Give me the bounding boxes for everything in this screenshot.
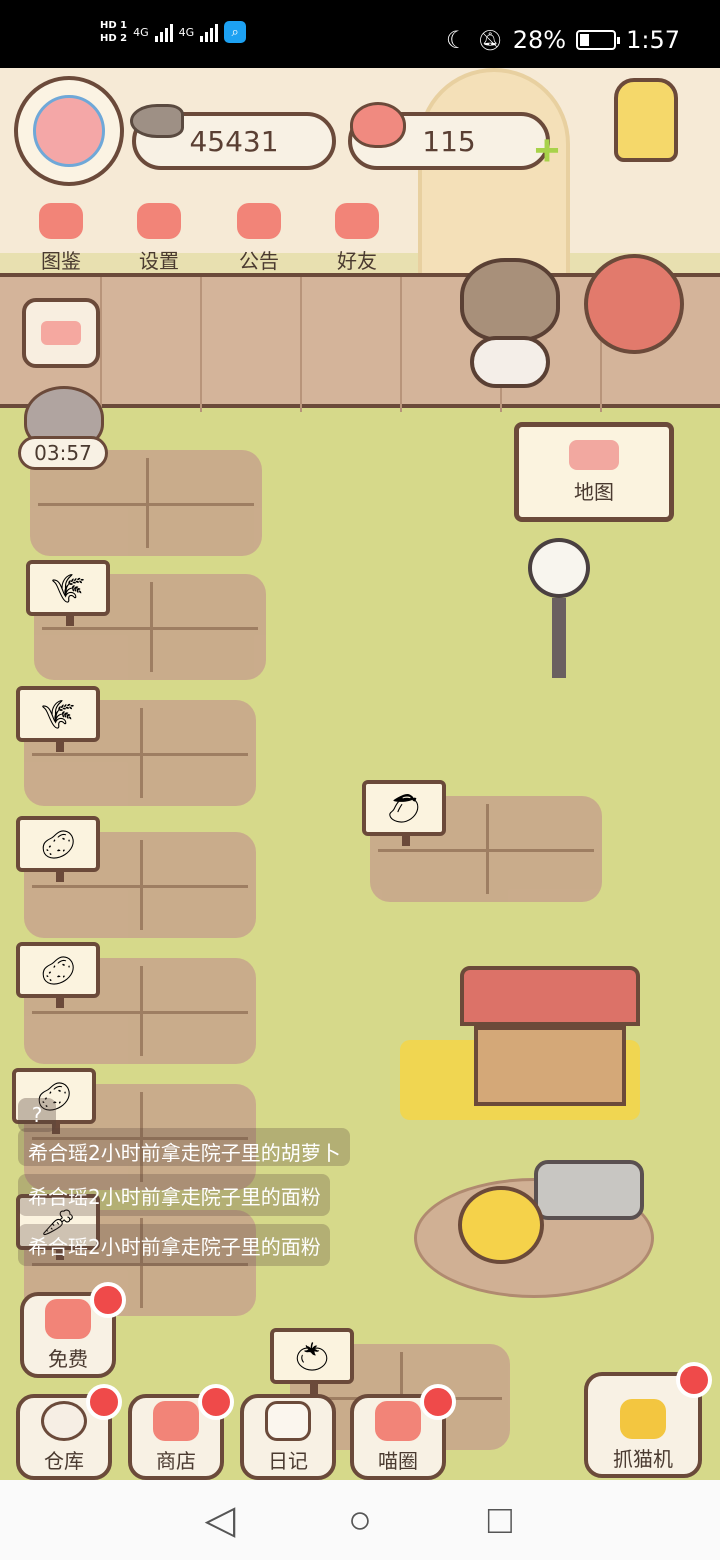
edit-button[interactable] — [22, 298, 100, 368]
hd2-label: HD 2 — [100, 33, 128, 44]
pig-character-icon[interactable] — [458, 1186, 544, 1264]
notification-dot — [420, 1384, 456, 1420]
notification-dot — [676, 1362, 712, 1398]
feed-text: 希合瑶2小时前拿走院子里的面粉 — [28, 1184, 321, 1209]
claw-machine-label: 抓猫机 — [613, 1449, 673, 1471]
friends-label: 好友 — [337, 251, 377, 273]
shop-button[interactable]: 商店 — [128, 1384, 234, 1480]
cat-head-icon — [39, 203, 83, 239]
status-right-cluster: ☾ 🔕︎ 28% 1:57 — [446, 26, 680, 54]
feed-text: 希合瑶2小时前拿走院子里的胡萝卜 — [28, 1141, 341, 1165]
lantern-icon — [614, 78, 678, 162]
add-hearts-button[interactable]: + — [528, 126, 566, 175]
diary-button[interactable]: 日记 — [240, 1394, 336, 1480]
search-app-icon: ⌕ — [224, 21, 247, 43]
avatar-image — [33, 95, 105, 167]
status-time: 1:57 — [626, 26, 680, 54]
announcement-label: 公告 — [239, 251, 279, 273]
heart-count: 115 — [422, 124, 476, 158]
hd-indicators: HD 1 HD 2 — [100, 20, 127, 44]
free-button[interactable]: 免费 — [20, 1282, 126, 1378]
chicken-coop[interactable] — [460, 966, 640, 1106]
pencil-icon — [41, 321, 81, 345]
signal-2-icon — [200, 22, 219, 42]
player-avatar[interactable] — [14, 76, 124, 186]
meow-circle-label: 喵圈 — [378, 1451, 418, 1473]
warehouse-button[interactable]: 仓库 — [16, 1384, 122, 1480]
hd1-label: HD 1 — [100, 20, 128, 31]
feed-item: 希合瑶2小时前拿走院子里的面粉 — [18, 1174, 330, 1216]
warehouse-label: 仓库 — [44, 1451, 84, 1473]
potato-sign-icon[interactable]: 🥔︎ — [16, 942, 100, 1008]
free-label: 免费 — [48, 1349, 88, 1371]
cat-character[interactable] — [440, 258, 560, 388]
shop-label: 商店 — [156, 1451, 196, 1473]
battery-fill — [580, 34, 590, 46]
wheat-sign-icon[interactable]: 🌾︎ — [16, 686, 100, 752]
wheat-sign-icon[interactable]: 🌾︎ — [26, 560, 110, 626]
recents-button[interactable]: □ — [470, 1490, 530, 1550]
map-label: 地图 — [574, 479, 614, 504]
moon-icon: ☾ — [445, 26, 468, 54]
cat-body — [470, 336, 550, 388]
gear-icon — [137, 203, 181, 239]
fish-icon — [130, 104, 184, 138]
gift-icon — [237, 203, 281, 239]
heart-icon — [350, 102, 406, 148]
feed-item: 希合瑶2小时前拿走院子里的面粉 — [18, 1224, 330, 1266]
potato-sign-icon[interactable]: 🥔︎ — [16, 816, 100, 882]
game-scene[interactable]: 🌾︎ 🌾︎ 🥔︎ 🥔︎ 🥔︎ 🥕︎ 🥭︎ 🍅︎ 地图 45431 115 + 图… — [0, 68, 720, 1480]
announcement-button[interactable]: 公告 — [214, 194, 304, 274]
claw-icon — [620, 1399, 666, 1439]
mango-sign-icon[interactable]: 🥭︎ — [362, 780, 446, 846]
notification-dot — [86, 1384, 122, 1420]
tomato-sign-icon[interactable]: 🍅︎ — [270, 1328, 354, 1394]
diary-icon — [265, 1401, 311, 1441]
collection-button[interactable]: 图鉴 — [16, 194, 106, 274]
home-button[interactable]: ○ — [330, 1490, 390, 1550]
signal-1-icon — [154, 22, 173, 42]
feed-item: 希合瑶2小时前拿走院子里的胡萝卜 — [18, 1128, 350, 1166]
system-nav-bar: ◁ ○ □ — [0, 1480, 720, 1560]
heart-face-icon — [45, 1299, 91, 1339]
fish-count: 45431 — [189, 124, 279, 158]
back-button[interactable]: ◁ — [190, 1490, 250, 1550]
event-timer: 03:57 — [18, 436, 108, 470]
notification-dot — [90, 1282, 126, 1318]
settings-button[interactable]: 设置 — [114, 194, 204, 274]
signal-2-label: 4G — [178, 25, 195, 39]
map-icon — [569, 439, 619, 470]
shop-icon — [153, 1401, 199, 1441]
status-bar: HD 1 HD 2 4G 4G ⌕ ☾ 🔕︎ 28% 1:57 — [0, 0, 720, 68]
diary-label: 日记 — [268, 1451, 308, 1473]
feed-text: 希合瑶2小时前拿走院子里的面粉 — [28, 1234, 321, 1259]
collection-label: 图鉴 — [41, 251, 81, 273]
street-lamp-icon — [528, 538, 590, 696]
cat-head — [460, 258, 560, 342]
friends-icon — [335, 203, 379, 239]
battery-icon — [576, 30, 621, 50]
signal-1-label: 4G — [133, 25, 149, 39]
battery-percent: 28% — [512, 26, 567, 54]
meow-circle-button[interactable]: 喵圈 — [350, 1384, 456, 1480]
status-left-cluster: HD 1 HD 2 4G 4G ⌕ — [100, 20, 247, 44]
cat-planet-icon — [375, 1401, 421, 1441]
bell-off-icon: 🔕︎ — [477, 28, 503, 52]
timer-text: 03:57 — [34, 441, 92, 465]
map-button[interactable]: 地图 — [514, 422, 674, 522]
warehouse-icon — [41, 1401, 87, 1441]
stone-bench-icon — [534, 1160, 644, 1220]
feed-help-button[interactable]: ? — [18, 1098, 56, 1132]
settings-label: 设置 — [139, 251, 179, 273]
friends-button[interactable]: 好友 — [312, 194, 402, 274]
claw-machine-button[interactable]: 抓猫机 — [584, 1362, 712, 1478]
notification-dot — [198, 1384, 234, 1420]
parasol-icon — [584, 254, 684, 354]
